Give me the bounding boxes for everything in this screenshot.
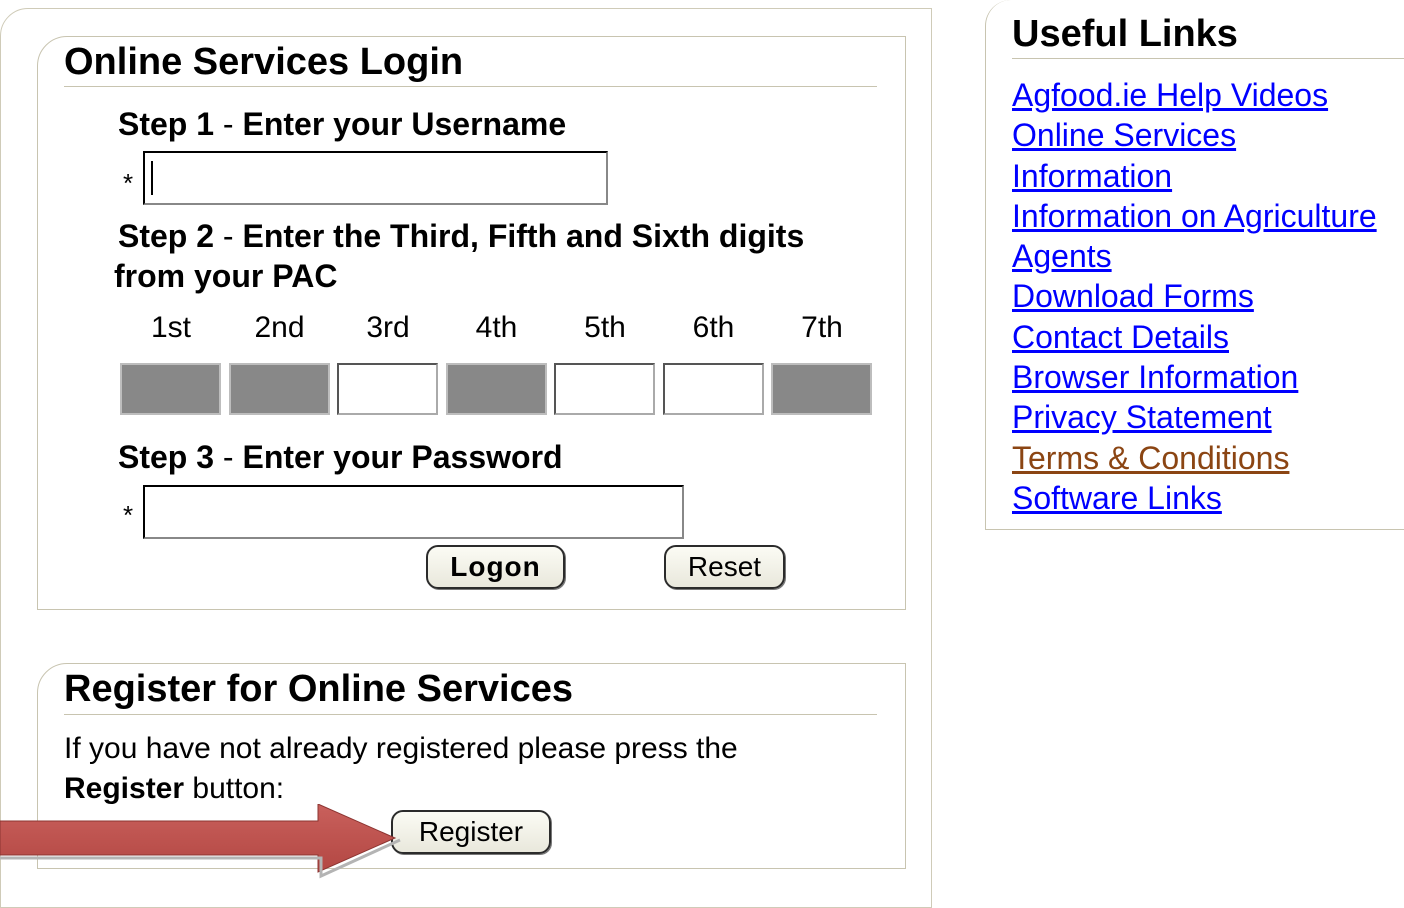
step1-separator: - [214, 106, 243, 142]
useful-link-item: Terms & Conditions [1012, 438, 1377, 478]
register-title-divider [64, 714, 877, 715]
logon-button[interactable]: Logon [426, 545, 565, 589]
useful-link[interactable]: Contact Details [1012, 319, 1229, 355]
login-title-divider [64, 86, 877, 87]
step3-number: Step 3 [118, 439, 215, 475]
pac-digit-3rd-input[interactable] [337, 363, 438, 415]
step2-text: Enter the Third, Fifth and Sixth digits [242, 218, 805, 254]
useful-link[interactable]: Information on Agriculture [1012, 198, 1377, 234]
username-input[interactable] [143, 151, 608, 205]
pac-digit-4th-input [445, 363, 547, 415]
step2-separator: - [214, 218, 243, 254]
step2-number: Step 2 [118, 218, 215, 254]
useful-link-item: Software Links [1012, 478, 1377, 518]
useful-link-item: Online Services [1012, 115, 1377, 155]
useful-link[interactable]: Privacy Statement [1012, 399, 1272, 435]
step3-label: Step 3 - Enter your Password [118, 437, 563, 477]
step1-number: Step 1 [118, 106, 215, 142]
pac-label-2nd: 2nd [254, 311, 305, 344]
step2-label-line2: from your PAC [114, 258, 338, 294]
pac-label-7th: 7th [801, 311, 843, 344]
password-input[interactable] [143, 485, 684, 539]
login-title: Online Services Login [64, 41, 464, 83]
register-instructions: If you have not already registered pleas… [64, 729, 854, 809]
pac-digit-1st-input [120, 363, 221, 415]
step2-label: Step 2 - Enter the Third, Fifth and Sixt… [118, 216, 804, 256]
useful-link[interactable]: Information [1012, 158, 1172, 194]
pac-digit-2nd-input [228, 363, 330, 415]
useful-link[interactable]: Terms & Conditions [1012, 440, 1289, 476]
useful-link-item: Browser Information [1012, 357, 1377, 397]
useful-link-item: Information on Agriculture [1012, 196, 1377, 236]
useful-link-item: Agfood.ie Help Videos [1012, 75, 1377, 115]
pac-label-5th: 5th [584, 311, 626, 344]
pac-digit-6th-input[interactable] [662, 363, 764, 415]
useful-link-item: Agents [1012, 236, 1377, 276]
useful-link-item: Contact Details [1012, 317, 1377, 357]
pac-label-1st: 1st [150, 311, 192, 344]
step3-separator: - [214, 439, 243, 475]
useful-link[interactable]: Software Links [1012, 480, 1222, 516]
pac-digit-7th-input [771, 363, 872, 415]
register-instructions-bold: Register [64, 772, 185, 805]
pac-label-3rd: 3rd [366, 311, 410, 344]
useful-link-item: Privacy Statement [1012, 397, 1377, 437]
text-caret [151, 161, 153, 195]
step3-text: Enter your Password [242, 439, 563, 475]
useful-link[interactable]: Agfood.ie Help Videos [1012, 77, 1328, 113]
pac-digit-5th-input[interactable] [554, 363, 655, 415]
step1-label: Step 1 - Enter your Username [118, 104, 566, 144]
useful-link[interactable]: Online Services [1012, 117, 1236, 153]
password-required-marker: * [123, 500, 134, 530]
pac-label-4th: 4th [475, 311, 518, 344]
register-instructions-text: If you have not already registered pleas… [64, 732, 738, 765]
register-instructions-end: button: [184, 772, 285, 805]
useful-link[interactable]: Agents [1012, 238, 1112, 274]
useful-link[interactable]: Browser Information [1012, 359, 1298, 395]
pac-label-6th: 6th [692, 311, 735, 344]
useful-link-item: Download Forms [1012, 276, 1377, 316]
useful-links-divider [1012, 58, 1404, 59]
useful-links-title: Useful Links [1012, 13, 1238, 55]
useful-link[interactable]: Download Forms [1012, 278, 1254, 314]
useful-links-list: Agfood.ie Help Videos Online Services Info… [1012, 75, 1377, 518]
username-required-marker: * [123, 168, 134, 198]
useful-link-item: Information [1012, 156, 1377, 196]
reset-button[interactable]: Reset [664, 545, 785, 589]
annotation-arrow-icon [0, 804, 401, 879]
step1-text: Enter your Username [242, 106, 567, 142]
register-title: Register for Online Services [64, 668, 573, 710]
